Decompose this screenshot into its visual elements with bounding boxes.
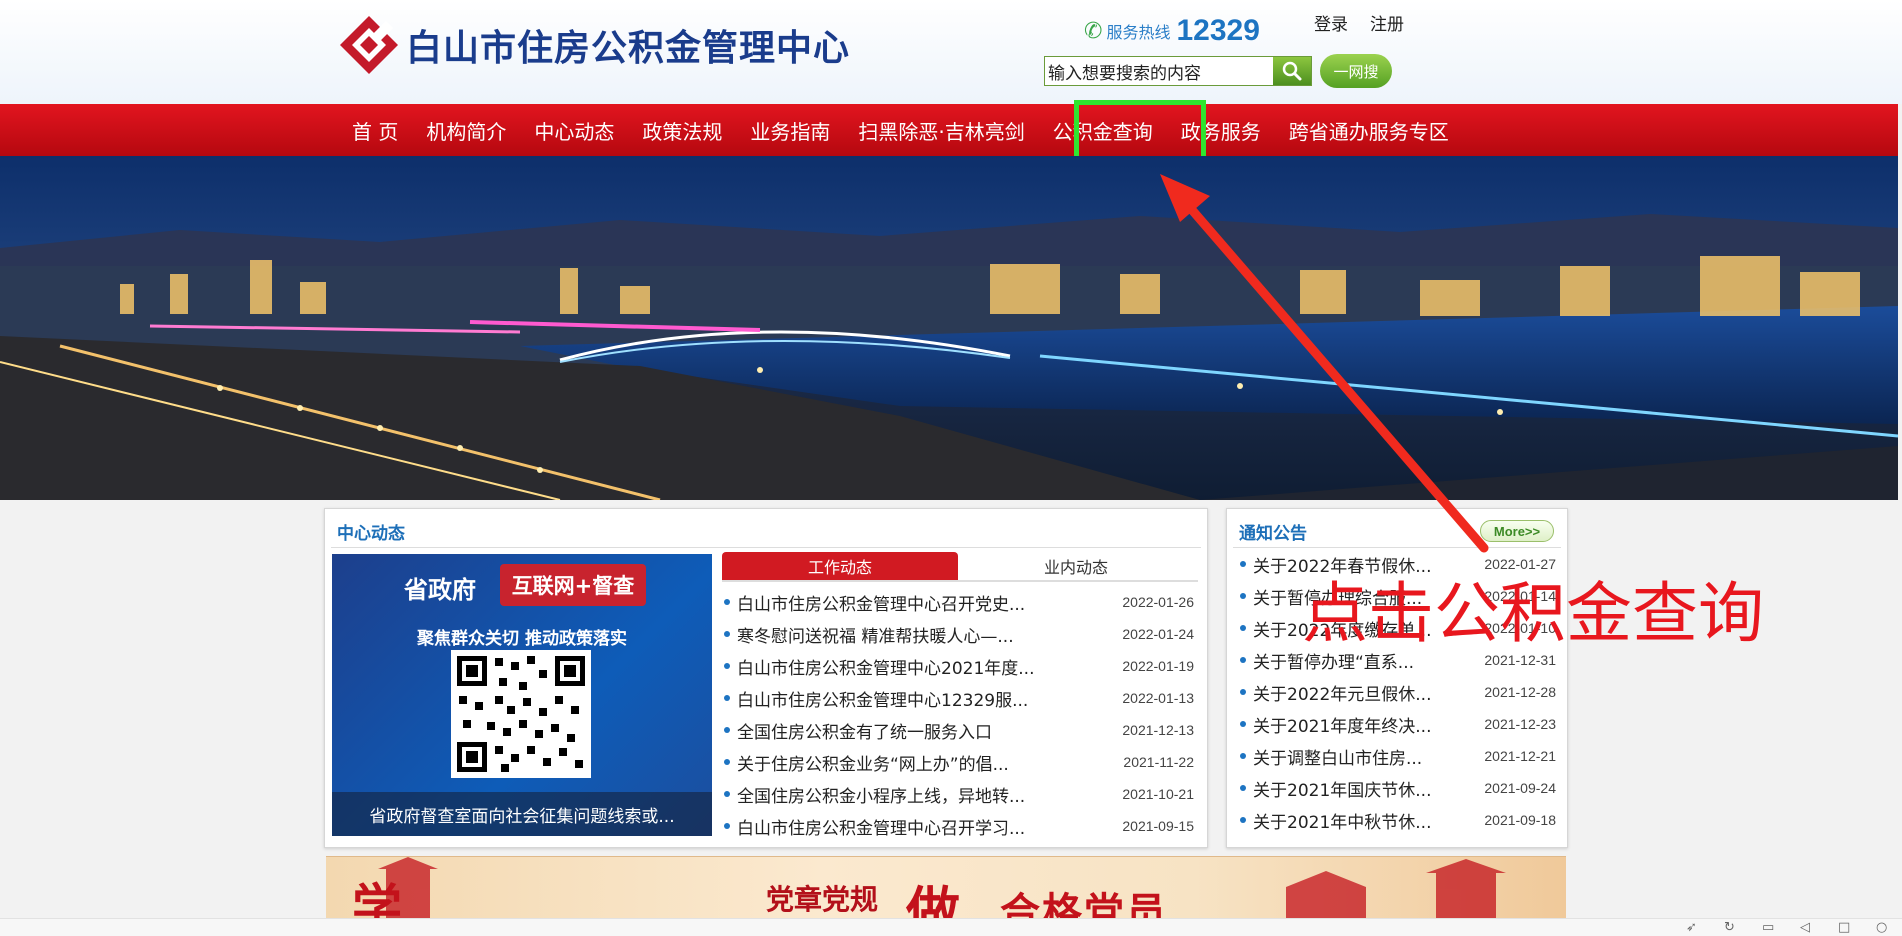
- annotation-instruction: 点击公积金查询: [1302, 575, 1764, 652]
- annotation-arrow: [1160, 174, 1489, 553]
- window-icon[interactable]: □: [1838, 920, 1850, 935]
- browser-bottom-bar: ➶ ↻ ▭ ◁ □ ○: [0, 918, 1902, 936]
- trash-icon[interactable]: ▭: [1762, 920, 1774, 935]
- search-icon[interactable]: ○: [1876, 920, 1887, 935]
- refresh-icon[interactable]: ↻: [1724, 920, 1735, 935]
- rocket-icon[interactable]: ➶: [1686, 920, 1697, 935]
- speaker-icon[interactable]: ◁: [1800, 920, 1810, 935]
